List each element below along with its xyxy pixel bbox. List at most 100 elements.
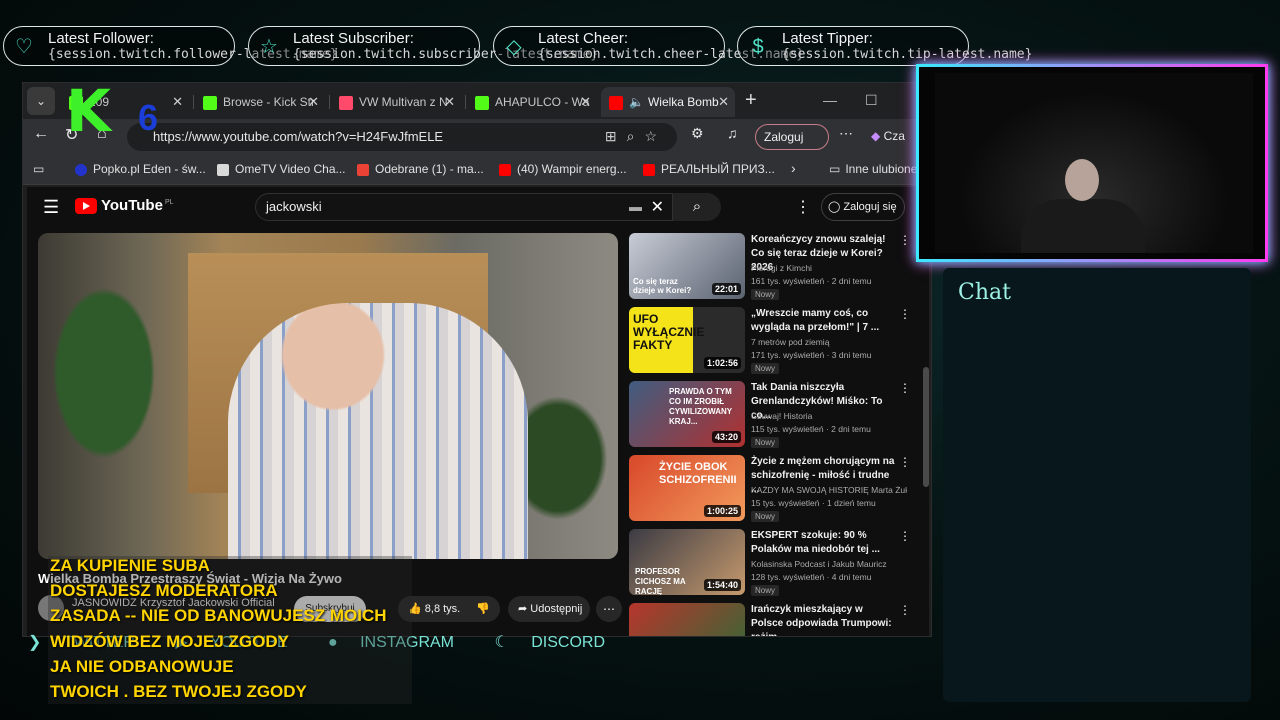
bookmarks-overflow-chevron-icon[interactable]: › [791, 160, 796, 176]
close-tab-icon[interactable]: ✕ [444, 87, 455, 117]
video-title[interactable]: Irańczyk mieszkający w Polsce odpowiada … [751, 603, 897, 636]
chat-label: Chat [958, 280, 1011, 305]
copilot-button[interactable]: ◆ Cza [871, 129, 905, 143]
list-item[interactable]: Irańczyk mieszkający w Polsce odpowiada … [629, 603, 919, 636]
kick-favicon-icon [475, 95, 489, 110]
view-count: 128 tys. wyświetleń · 4 dni temu [751, 572, 872, 582]
scrollbar-thumb[interactable] [923, 367, 929, 487]
video-thumbnail[interactable] [629, 603, 745, 636]
diamond-icon: ◇ [506, 36, 522, 58]
list-item[interactable]: UFO WYŁĄCZNIE FAKTY 1:02:56 „Wreszcie mam… [629, 307, 919, 374]
overlay-line: TWOICH . BEZ TWOJEJ ZGODY [50, 682, 307, 701]
channel-name[interactable]: Kolasinska Podcast i Jakub Mauricz [751, 559, 907, 569]
address-bar[interactable]: https://www.youtube.com/watch?v=H24FwJfm… [127, 123, 677, 151]
like-button[interactable]: 👍 8,8 tys. 👎 [398, 596, 500, 622]
new-tab-button[interactable]: + [745, 89, 757, 112]
tab-list-dropdown[interactable]: ⌄ [27, 87, 55, 115]
bookmark-wampir[interactable]: (40) Wampir energ... [499, 162, 627, 176]
video-menu-icon[interactable]: ⋮ [899, 529, 911, 543]
close-tab-icon[interactable]: ✕ [172, 87, 183, 117]
new-badge: Nowy [751, 437, 780, 448]
youtube-login-button[interactable]: ◯ Zaloguj się [821, 193, 905, 221]
channel-name[interactable]: Pierogi z Kimchi [751, 263, 907, 273]
recommendations-list: Co się teraz dzieje w Korei? 22:01 Koreań… [629, 233, 919, 636]
tab-wielka-bomba[interactable]: 🔈 Wielka Bomb ✕ [601, 87, 735, 117]
clear-search-icon[interactable]: ✕ [651, 197, 664, 217]
gmail-favicon-icon [357, 163, 369, 176]
video-menu-icon[interactable]: ⋮ [899, 307, 911, 321]
close-tab-icon[interactable]: ✕ [580, 87, 591, 117]
extensions-icon[interactable]: ⚙ [691, 125, 704, 142]
channel-name[interactable]: 7 metrów pod ziemią [751, 337, 907, 347]
video-menu-icon[interactable]: ⋮ [899, 455, 911, 469]
video-menu-icon[interactable]: ⋮ [899, 381, 911, 395]
channel-logo: K 6 [66, 82, 166, 140]
apps-icon[interactable]: ⊞ [605, 128, 627, 144]
youtube-logo[interactable]: YouTube PL [75, 197, 174, 215]
youtube-search-input[interactable]: jackowski ▬ ✕ [255, 193, 673, 221]
thumbnail-text: Co się teraz dzieje w Korei? [633, 277, 692, 295]
share-button[interactable]: ➦ Udostępnij [508, 596, 590, 622]
tab-label: Wielka Bomb [647, 95, 719, 109]
url-text: https://www.youtube.com/watch?v=H24FwJfm… [153, 129, 444, 144]
bookmark-realnyj-priz[interactable]: РЕАЛЬНЫЙ ПРИЗ... [643, 162, 775, 176]
bookmark-popko[interactable]: Popko.pl Eden - św... [75, 162, 206, 176]
folder-icon: ▭ [829, 162, 841, 176]
video-frame-plant [44, 273, 164, 473]
tab-kick-browse[interactable]: Browse - Kick Str ✕ [195, 87, 325, 117]
search-icon: ⌕ [692, 198, 702, 215]
video-title[interactable]: EKSPERT szokuje: 90 % Polaków ma niedobó… [751, 529, 897, 557]
kick-favicon-icon [203, 95, 217, 110]
video-menu-icon[interactable]: ⋮ [899, 233, 911, 247]
bookmark-ometv[interactable]: OmeTV Video Cha... [217, 162, 346, 176]
tab-separator [465, 95, 466, 109]
back-button[interactable]: ← [33, 125, 49, 143]
new-badge: Nowy [751, 585, 780, 596]
video-thumbnail[interactable]: PROFESOR CICHOSZ MA RACJĘ 1:54:40 [629, 529, 745, 595]
youtube-favicon-icon [609, 95, 623, 110]
profile-login-button[interactable]: Zaloguj [755, 124, 829, 150]
bookmarks-bar: ▭ Popko.pl Eden - św... OmeTV Video Cha.… [23, 155, 931, 185]
new-badge: Nowy [751, 289, 780, 300]
star-icon: ☆ [260, 36, 278, 58]
bookmark-other-favorites[interactable]: ▭ Inne ulubione [829, 162, 917, 176]
list-item[interactable]: Co się teraz dzieje w Korei? 22:01 Koreań… [629, 233, 919, 300]
list-item[interactable]: ŻYCIE OBOK SCHIZOFRENII 1:00:25 Życie z m… [629, 455, 919, 522]
tab-label: Browse - Kick Str [223, 95, 316, 109]
list-item[interactable]: PRAWDA O TYM CO IM ZROBIŁ CYWILIZOWANY K… [629, 381, 919, 448]
close-tab-icon[interactable]: ✕ [718, 87, 729, 117]
video-frame-speaker [228, 303, 528, 559]
list-item[interactable]: PROFESOR CICHOSZ MA RACJĘ 1:54:40 EKSPERT… [629, 529, 919, 596]
menu-hamburger-icon[interactable]: ☰ [43, 197, 59, 218]
more-menu-icon[interactable]: ⋯ [839, 125, 853, 142]
video-menu-icon[interactable]: ⋮ [899, 603, 911, 617]
tab-actions-icon[interactable]: ▭ [33, 162, 44, 176]
thumbs-down-icon[interactable]: 👎 [476, 596, 490, 622]
video-thumbnail[interactable]: UFO WYŁĄCZNIE FAKTY 1:02:56 [629, 307, 745, 373]
bookmark-label: Popko.pl Eden - św... [93, 162, 206, 176]
search-button[interactable]: ⌕ [673, 193, 721, 221]
favorite-star-icon[interactable]: ☆ [644, 128, 667, 144]
zoom-icon[interactable]: ⌕ [627, 128, 645, 144]
video-thumbnail[interactable]: Co się teraz dzieje w Korei? 22:01 [629, 233, 745, 299]
video-thumbnail[interactable]: ŻYCIE OBOK SCHIZOFRENII 1:00:25 [629, 455, 745, 521]
minimize-icon[interactable]: — [823, 92, 837, 108]
tab-vw-multivan[interactable]: VW Multivan z N ✕ [331, 87, 461, 117]
speaker-icon[interactable]: 🔈 [629, 95, 644, 109]
channel-name[interactable]: Czuwaj! Historia [751, 411, 907, 421]
webcam-feed [935, 73, 1253, 253]
more-actions-icon[interactable]: ⋯ [596, 596, 622, 622]
video-title[interactable]: „Wreszcie mamy coś, co wygląda na przeło… [751, 307, 897, 335]
settings-more-icon[interactable]: ⋮ [795, 197, 811, 217]
video-player[interactable] [38, 233, 618, 559]
media-icon[interactable]: ♫ [727, 125, 738, 141]
video-thumbnail[interactable]: PRAWDA O TYM CO IM ZROBIŁ CYWILIZOWANY K… [629, 381, 745, 447]
channel-name[interactable]: KAŻDY MA SWOJĄ HISTORIĘ Marta Żuk [751, 485, 907, 495]
bookmark-label: Odebrane (1) - ma... [375, 162, 484, 176]
maximize-icon[interactable]: ☐ [865, 92, 878, 109]
bookmark-gmail[interactable]: Odebrane (1) - ma... [357, 162, 484, 176]
keyboard-icon[interactable]: ▬ [629, 199, 642, 214]
close-tab-icon[interactable]: ✕ [308, 87, 319, 117]
tab-ahapulco[interactable]: AHAPULCO - Wa ✕ [467, 87, 597, 117]
ometv-favicon-icon [217, 163, 229, 176]
